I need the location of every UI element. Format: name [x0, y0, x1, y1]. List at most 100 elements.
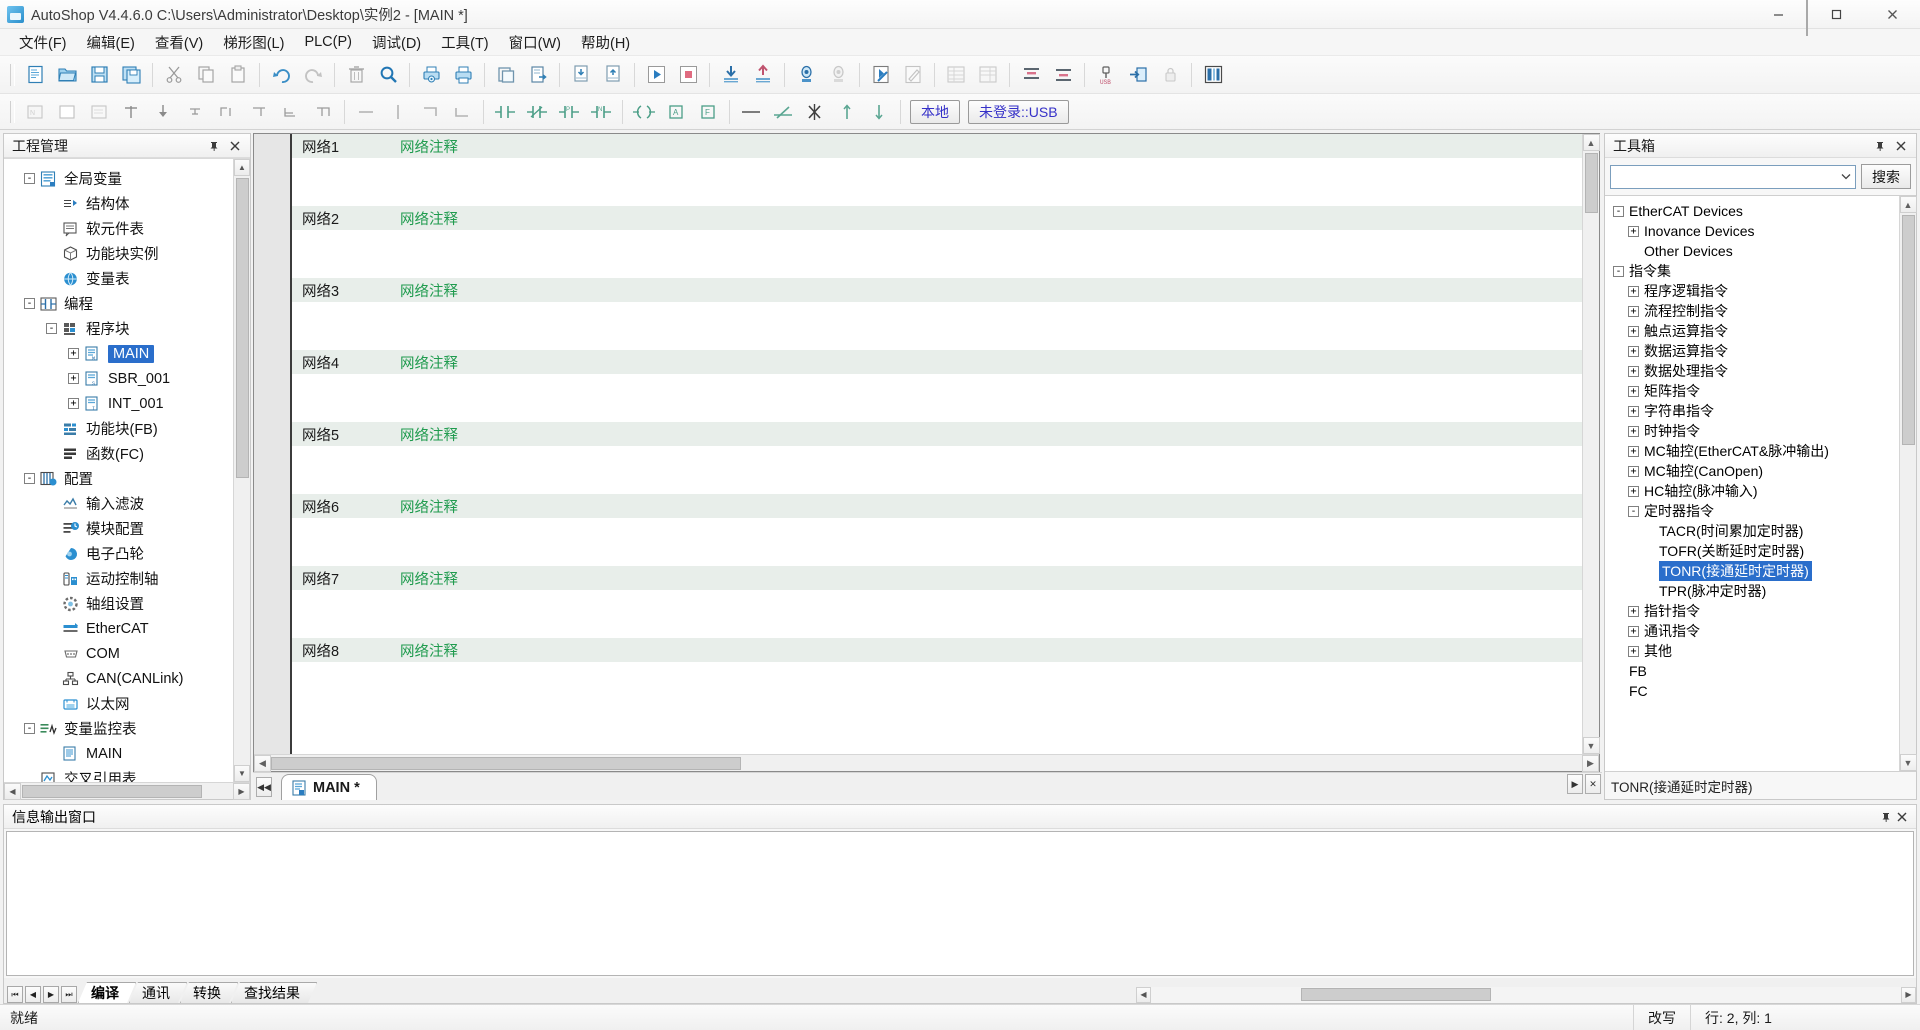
output-tab-convert[interactable]: 转换 — [180, 982, 238, 1003]
project-tree-item[interactable]: 电子凸轮 — [4, 541, 250, 566]
expand-toggle-icon[interactable]: + — [1628, 405, 1639, 417]
monitor-off-icon[interactable] — [823, 61, 853, 89]
project-tree-item[interactable]: 以太网 — [4, 691, 250, 716]
ladder-network-header[interactable]: 网络3 网络注释 — [292, 278, 1582, 302]
scroll-down-arrow[interactable]: ▼ — [1582, 737, 1600, 754]
find-icon[interactable] — [373, 61, 403, 89]
ladder-network-comment[interactable]: 网络注释 — [400, 280, 458, 301]
project-tree-item[interactable]: 轴组设置 — [4, 591, 250, 616]
toolbox-tree-item[interactable]: - 指令集 — [1605, 261, 1899, 281]
download-plc-icon[interactable] — [716, 61, 746, 89]
instruction-view-icon[interactable] — [84, 98, 114, 126]
ladder-network-header[interactable]: 网络7 网络注释 — [292, 566, 1582, 590]
scroll-right-arrow[interactable]: ▶ — [1901, 986, 1916, 1003]
local-mode-button[interactable]: 本地 — [910, 99, 960, 124]
corner2-icon[interactable] — [447, 98, 477, 126]
toolbox-vscroll-thumb[interactable] — [1901, 215, 1915, 445]
box-a-icon[interactable]: A — [661, 98, 691, 126]
menu-edit[interactable]: 编辑(E) — [78, 29, 144, 56]
ladder-network-header[interactable]: 网络5 网络注释 — [292, 422, 1582, 446]
toolbox-tree-item[interactable]: + 流程控制指令 — [1605, 301, 1899, 321]
ladder-canvas[interactable]: 网络1 网络注释 网络2 网络注释 网络3 网络注释 网络4 网络注释 网络5 网络注释 网络6 网络… — [292, 134, 1582, 754]
ladder-network-comment[interactable]: 网络注释 — [400, 136, 458, 157]
ladder-network-body[interactable] — [292, 302, 1582, 350]
close-icon[interactable] — [1895, 140, 1913, 152]
menu-window[interactable]: 窗口(W) — [500, 29, 570, 56]
contact-n-icon[interactable]: N — [586, 98, 616, 126]
ladder-network-body[interactable] — [292, 374, 1582, 422]
project-tree-hscrollbar[interactable]: ◀ ▶ — [4, 782, 250, 800]
toolbox-tree-item[interactable]: + 数据运算指令 — [1605, 341, 1899, 361]
project-tree-item[interactable]: - 全局变量 — [4, 166, 250, 191]
toolbox-tree[interactable]: - EtherCAT Devices + Inovance Devices Other … — [1605, 196, 1899, 771]
contact-nc-icon[interactable] — [522, 98, 552, 126]
toolbox-tree-item[interactable]: + 其他 — [1605, 641, 1899, 661]
tab-nav-first[interactable]: ◀◀ — [256, 777, 272, 797]
output-text-area[interactable] — [6, 831, 1914, 976]
ladder-vscroll-thumb[interactable] — [1584, 153, 1598, 213]
expand-toggle-icon[interactable]: + — [1628, 485, 1639, 497]
pin-icon[interactable] — [1874, 140, 1892, 152]
toolbox-tree-item[interactable]: TONR(接通延时定时器) — [1605, 561, 1899, 581]
table-left-icon[interactable] — [941, 61, 971, 89]
coil-icon[interactable] — [629, 98, 659, 126]
output-nav-next[interactable]: ▶ — [43, 986, 59, 1003]
toolbox-tree-item[interactable]: TPR(脉冲定时器) — [1605, 581, 1899, 601]
output-hscroll-thumb[interactable] — [1301, 987, 1491, 1001]
align-top-icon[interactable] — [1016, 61, 1046, 89]
menu-plc[interactable]: PLC(P) — [295, 31, 361, 53]
output-tab-communication[interactable]: 通讯 — [129, 982, 187, 1003]
copy-window-icon[interactable] — [491, 61, 521, 89]
box-f-icon[interactable]: F — [693, 98, 723, 126]
toolbox-tree-item[interactable]: FB — [1605, 661, 1899, 681]
scroll-up-arrow[interactable]: ▲ — [234, 159, 250, 176]
toolbox-tree-item[interactable]: + 数据处理指令 — [1605, 361, 1899, 381]
contact-no-icon[interactable] — [490, 98, 520, 126]
toolbox-tree-item[interactable]: FC — [1605, 681, 1899, 701]
expand-toggle-icon[interactable]: + — [1628, 645, 1639, 657]
menu-file[interactable]: 文件(F) — [10, 29, 76, 56]
usb-connect-icon[interactable]: USB — [1091, 61, 1121, 89]
project-tree-item[interactable]: - 变量监控表 — [4, 716, 250, 741]
project-tree-item[interactable]: CAN(CANLink) — [4, 666, 250, 691]
toolbox-tree-item[interactable]: + 时钟指令 — [1605, 421, 1899, 441]
collapse-toggle-icon[interactable]: - — [1628, 505, 1639, 517]
scroll-down-arrow[interactable]: ▼ — [1899, 754, 1917, 771]
login-status-button[interactable]: 未登录::USB — [968, 99, 1069, 124]
ladder-network-body[interactable] — [292, 662, 1582, 710]
status-overwrite-mode[interactable]: 改写 — [1633, 1004, 1690, 1030]
ladder-network-body[interactable] — [292, 590, 1582, 638]
menu-help[interactable]: 帮助(H) — [572, 29, 639, 56]
insert-row-icon[interactable] — [116, 98, 146, 126]
collapse-toggle-icon[interactable]: - — [1613, 265, 1624, 277]
tab-nav-next[interactable]: ▶ — [1567, 774, 1583, 794]
project-tree-item[interactable]: 功能块实例 — [4, 241, 250, 266]
scroll-left-arrow[interactable]: ◀ — [254, 754, 271, 772]
save-all-icon[interactable] — [116, 61, 146, 89]
ladder-network-body[interactable] — [292, 446, 1582, 494]
paste-icon[interactable] — [223, 61, 253, 89]
project-tree-item[interactable]: 交叉引用表 — [4, 766, 250, 782]
insert-down-icon[interactable] — [148, 98, 178, 126]
insert-branch-icon[interactable] — [180, 98, 210, 126]
expand-toggle-icon[interactable]: + — [1628, 465, 1639, 477]
output-tab-search-results[interactable]: 查找结果 — [231, 982, 317, 1003]
project-tree-item[interactable]: + I INT_001 — [4, 391, 250, 416]
cut-icon[interactable] — [159, 61, 189, 89]
delete-icon[interactable] — [341, 61, 371, 89]
undo-icon[interactable] — [266, 61, 296, 89]
project-tree-item[interactable]: MAIN — [4, 741, 250, 766]
redo-icon[interactable] — [298, 61, 328, 89]
ladder-network-body[interactable] — [292, 518, 1582, 566]
ladder-network-comment[interactable]: 网络注释 — [400, 352, 458, 373]
project-tree-item[interactable]: + M MAIN — [4, 341, 250, 366]
toolbox-tree-item[interactable]: + 程序逻辑指令 — [1605, 281, 1899, 301]
hscroll-track[interactable] — [21, 783, 233, 800]
login-icon[interactable] — [1123, 61, 1153, 89]
project-tree-item[interactable]: - 编程 — [4, 291, 250, 316]
toolbox-tree-item[interactable]: + 矩阵指令 — [1605, 381, 1899, 401]
vline-icon[interactable] — [383, 98, 413, 126]
ladder-network-comment[interactable]: 网络注释 — [400, 424, 458, 445]
ladder-network-body[interactable] — [292, 230, 1582, 278]
ladder-network-comment[interactable]: 网络注释 — [400, 568, 458, 589]
